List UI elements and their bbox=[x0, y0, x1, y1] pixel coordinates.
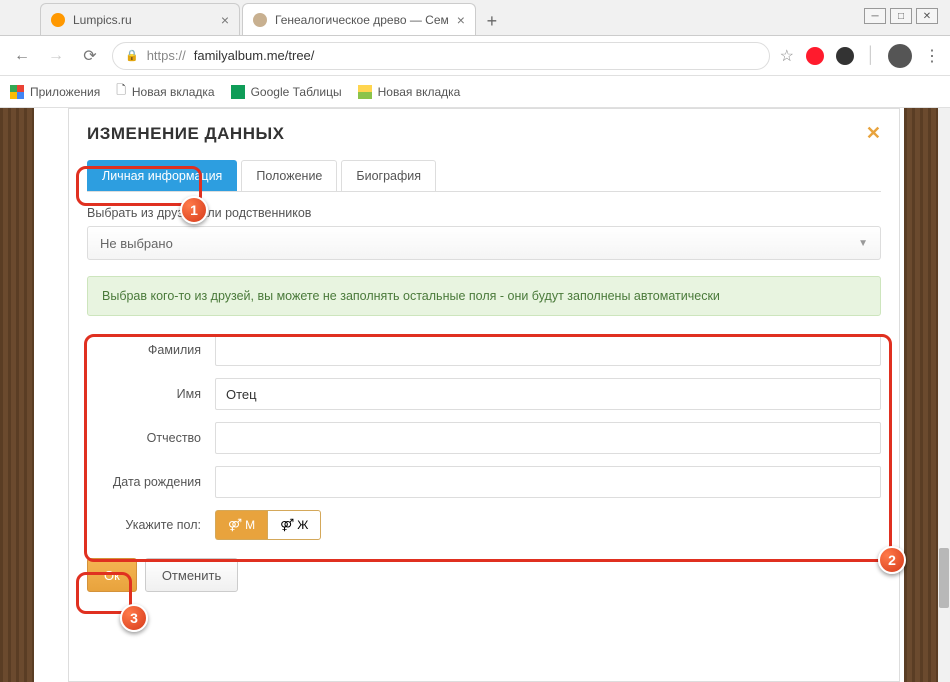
extension-opera-icon[interactable] bbox=[806, 47, 824, 65]
star-icon[interactable]: ☆ bbox=[780, 46, 794, 66]
menu-icon[interactable]: ⋮ bbox=[924, 46, 940, 66]
background-decoration bbox=[904, 108, 938, 682]
profile-avatar[interactable] bbox=[888, 44, 912, 68]
modal-tabs: Личная информация Положение Биография bbox=[87, 160, 881, 192]
browser-tab-bar: Lumpics.ru × Генеалогическое древо — Сем… bbox=[0, 0, 950, 36]
form-fields: Фамилия Имя Отчество Дата рождения Укажи… bbox=[87, 334, 881, 540]
extension-icon[interactable] bbox=[836, 47, 854, 65]
sheets-icon bbox=[231, 85, 245, 99]
tab-close-icon[interactable]: × bbox=[221, 12, 229, 28]
favicon-icon bbox=[253, 13, 267, 27]
window-close[interactable]: ✕ bbox=[916, 8, 938, 24]
gender-male-button[interactable]: ⚤М bbox=[215, 510, 267, 540]
bookmark-item[interactable]: 🗋 Новая вкладка bbox=[116, 81, 214, 102]
name-input[interactable] bbox=[215, 378, 881, 410]
dob-input[interactable] bbox=[215, 466, 881, 498]
cancel-button[interactable]: Отменить bbox=[145, 558, 238, 592]
separator: │ bbox=[866, 47, 876, 65]
female-icon: ⚤ bbox=[280, 518, 294, 532]
page-icon: 🗋 bbox=[116, 81, 126, 102]
edit-data-modal: ИЗМЕНЕНИЕ ДАННЫХ ✕ Личная информация Пол… bbox=[68, 108, 900, 682]
tab-close-icon[interactable]: × bbox=[457, 12, 465, 28]
url-protocol: https:// bbox=[147, 48, 186, 63]
gender-female-button[interactable]: ⚤Ж bbox=[267, 510, 321, 540]
surname-label: Фамилия bbox=[87, 343, 215, 357]
url-input[interactable]: 🔒 https:// familyalbum.me/tree/ bbox=[112, 42, 770, 70]
bookmarks-bar: Приложения 🗋 Новая вкладка Google Таблиц… bbox=[0, 76, 950, 108]
patronymic-input[interactable] bbox=[215, 422, 881, 454]
surname-input[interactable] bbox=[215, 334, 881, 366]
nav-back-icon[interactable]: ← bbox=[10, 44, 34, 68]
browser-tab-2[interactable]: Генеалогическое древо — Сем × bbox=[242, 3, 476, 35]
gender-label: Укажите пол: bbox=[87, 518, 215, 532]
chevron-down-icon: ▼ bbox=[858, 238, 868, 249]
url-path: familyalbum.me/tree/ bbox=[194, 48, 315, 63]
background-decoration bbox=[0, 108, 34, 682]
window-minimize[interactable]: ─ bbox=[864, 8, 886, 24]
lock-icon: 🔒 bbox=[125, 49, 139, 62]
address-bar: ← → ⟳ 🔒 https:// familyalbum.me/tree/ ☆ │… bbox=[0, 36, 950, 76]
ok-button[interactable]: Ок bbox=[87, 558, 137, 592]
apps-button[interactable]: Приложения bbox=[10, 85, 100, 99]
select-value: Не выбрано bbox=[100, 236, 173, 251]
tab-position[interactable]: Положение bbox=[241, 160, 337, 191]
image-icon bbox=[358, 85, 372, 99]
scrollbar[interactable] bbox=[938, 108, 950, 682]
male-icon: ⚤ bbox=[228, 518, 242, 532]
window-maximize[interactable]: □ bbox=[890, 8, 912, 24]
bookmark-item[interactable]: Новая вкладка bbox=[358, 85, 461, 99]
name-label: Имя bbox=[87, 387, 215, 401]
scrollbar-thumb[interactable] bbox=[939, 548, 949, 608]
tab-title: Генеалогическое древо — Сем bbox=[275, 13, 449, 27]
friend-select[interactable]: Не выбрано ▼ bbox=[87, 226, 881, 260]
bookmark-item[interactable]: Google Таблицы bbox=[231, 85, 342, 99]
patronymic-label: Отчество bbox=[87, 431, 215, 445]
nav-forward-icon[interactable]: → bbox=[44, 44, 68, 68]
tab-title: Lumpics.ru bbox=[73, 13, 132, 27]
friend-select-label: Выбрать из друзей или родственников bbox=[87, 206, 881, 220]
modal-title: ИЗМЕНЕНИЕ ДАННЫХ bbox=[87, 124, 284, 144]
apps-icon bbox=[10, 85, 24, 99]
modal-close-icon[interactable]: ✕ bbox=[866, 123, 881, 144]
dob-label: Дата рождения bbox=[87, 475, 215, 489]
new-tab-button[interactable]: + bbox=[478, 7, 506, 35]
tab-biography[interactable]: Биография bbox=[341, 160, 436, 191]
tab-personal-info[interactable]: Личная информация bbox=[87, 160, 237, 191]
info-message: Выбрав кого-то из друзей, вы можете не з… bbox=[87, 276, 881, 316]
favicon-icon bbox=[51, 13, 65, 27]
nav-reload-icon[interactable]: ⟳ bbox=[78, 44, 102, 68]
browser-tab-1[interactable]: Lumpics.ru × bbox=[40, 3, 240, 35]
